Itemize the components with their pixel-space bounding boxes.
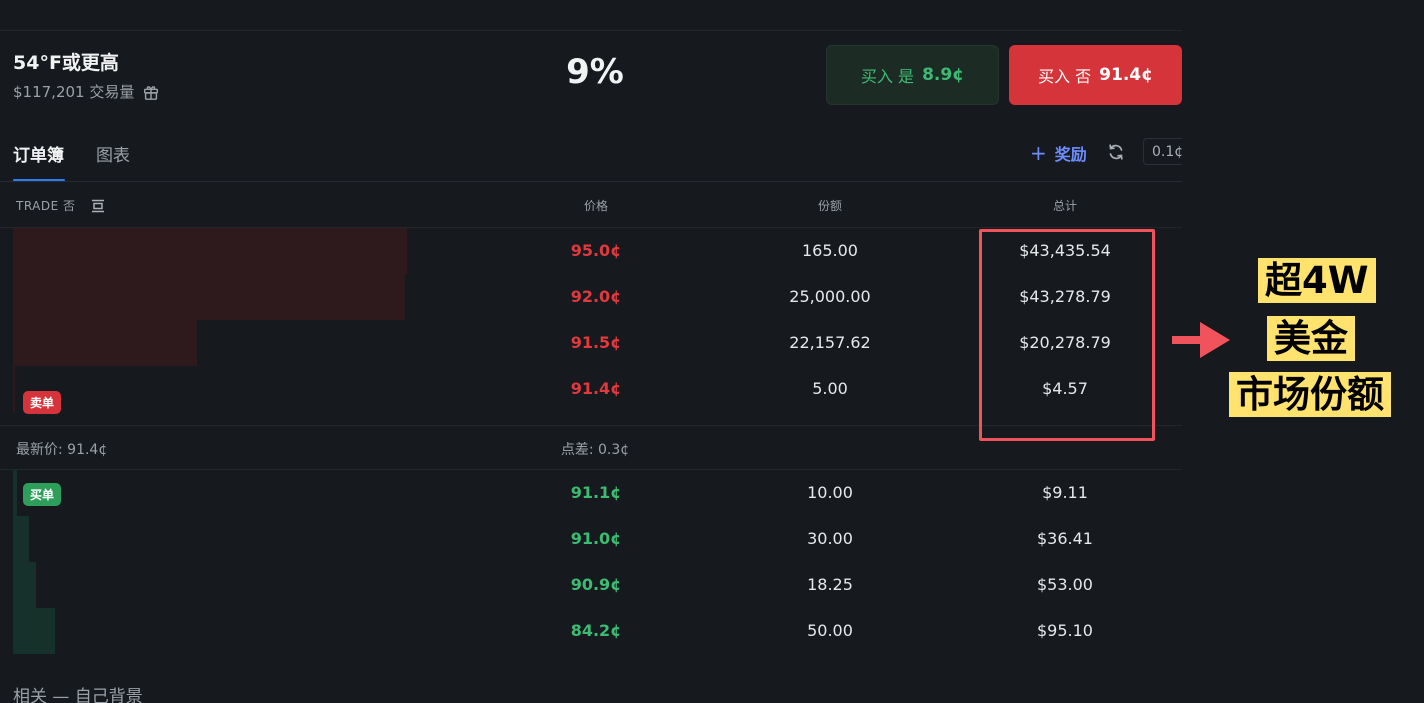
ask-shares: 165.00: [802, 241, 858, 260]
bid-depth-bar: [13, 608, 55, 654]
layout-icon[interactable]: [90, 198, 106, 214]
rewards-button[interactable]: + 奖励: [1030, 141, 1087, 165]
bid-shares: 18.25: [807, 575, 853, 594]
gift-icon[interactable]: [142, 83, 160, 101]
bid-total: $36.41: [1037, 529, 1093, 548]
bid-price: 91.0¢: [570, 529, 622, 548]
ask-price: 95.0¢: [570, 241, 622, 260]
column-trade: TRADE 否: [16, 197, 106, 214]
buy-no-price: 91.4¢: [1099, 65, 1153, 85]
buy-yes-button[interactable]: 买入 是 8.9¢: [826, 45, 999, 105]
ask-price: 91.5¢: [570, 333, 622, 352]
bid-depth-bar: [13, 562, 36, 608]
ask-shares: 25,000.00: [789, 287, 871, 306]
bid-badge: 买单: [23, 483, 62, 506]
ask-depth-bar: [13, 320, 197, 366]
bid-shares: 50.00: [807, 621, 853, 640]
arrow-right-icon: [1172, 322, 1230, 358]
buy-yes-label: 买入 是: [860, 67, 915, 86]
annotation-line-2: 美金: [1267, 316, 1355, 361]
column-trade-label: TRADE 否: [16, 199, 76, 213]
spread: 点差: 0.3¢: [560, 442, 630, 458]
tick-size-selector[interactable]: 0.1¢: [1143, 138, 1187, 165]
refresh-icon[interactable]: [1106, 142, 1126, 162]
bid-depth-bar: [13, 470, 17, 516]
highlight-box: [979, 229, 1155, 441]
tabs-divider: [0, 181, 1182, 182]
related-section-heading: 相关 — 自己背景: [13, 687, 143, 703]
ask-price: 92.0¢: [570, 287, 622, 306]
last-price: 最新价: 91.4¢: [16, 442, 108, 458]
bid-total: $95.10: [1037, 621, 1093, 640]
rewards-label: 奖励: [1054, 145, 1087, 164]
mid-divider-bottom: [0, 469, 1182, 470]
buy-no-label: 买入 否: [1038, 67, 1092, 86]
bid-price: 90.9¢: [570, 575, 622, 594]
annotation-line-3: 市场份额: [1229, 372, 1391, 417]
plus-icon: +: [1030, 141, 1047, 165]
column-total: 总计: [1052, 199, 1077, 213]
tab-orderbook[interactable]: 订单簿: [13, 141, 64, 166]
bid-shares: 30.00: [807, 529, 853, 548]
bid-price: 84.2¢: [570, 621, 622, 640]
column-price: 价格: [583, 199, 608, 213]
bid-depth-bar: [13, 516, 29, 562]
market-volume: $117,201 交易量: [13, 81, 160, 102]
market-probability: 9%: [566, 52, 624, 92]
bid-total: $9.11: [1042, 483, 1088, 502]
ask-shares: 22,157.62: [789, 333, 871, 352]
buy-no-button[interactable]: 买入 否 91.4¢: [1009, 45, 1182, 105]
ask-badge: 卖单: [23, 391, 62, 414]
ask-price: 91.4¢: [570, 379, 622, 398]
tick-mask: [1182, 130, 1194, 170]
bid-total: $53.00: [1037, 575, 1093, 594]
ask-depth-bar: [13, 228, 407, 274]
volume-text: $117,201 交易量: [13, 83, 135, 101]
ask-depth-bar: [13, 366, 15, 412]
annotation-line-1: 超4W: [1258, 258, 1376, 303]
market-title: 54°F或更高: [13, 52, 119, 74]
bid-price: 91.1¢: [570, 483, 622, 502]
column-shares: 份额: [817, 199, 842, 213]
buy-yes-price: 8.9¢: [922, 65, 965, 85]
top-divider: [0, 30, 1182, 31]
ask-depth-bar: [13, 274, 405, 320]
tab-chart[interactable]: 图表: [96, 141, 130, 166]
ask-shares: 5.00: [812, 379, 848, 398]
bid-shares: 10.00: [807, 483, 853, 502]
